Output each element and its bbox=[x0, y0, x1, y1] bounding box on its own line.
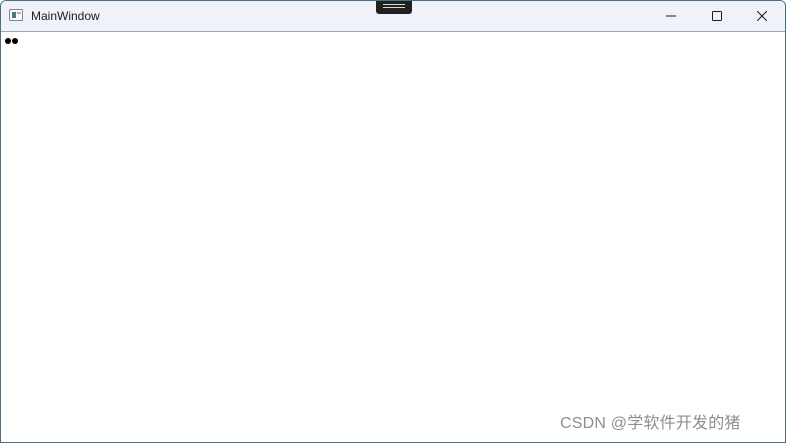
content-dot bbox=[12, 38, 18, 44]
window-content bbox=[1, 32, 785, 442]
window-app-icon bbox=[9, 9, 23, 21]
maximize-button[interactable] bbox=[694, 1, 740, 31]
close-icon bbox=[757, 11, 767, 21]
close-button[interactable] bbox=[739, 1, 785, 31]
minimize-icon bbox=[666, 15, 676, 17]
content-dot bbox=[5, 38, 11, 44]
maximize-icon bbox=[712, 11, 722, 21]
main-window: MainWindow bbox=[0, 0, 786, 443]
title-bar[interactable]: MainWindow bbox=[1, 1, 785, 32]
minimize-button[interactable] bbox=[648, 1, 694, 31]
window-title: MainWindow bbox=[31, 9, 100, 23]
snap-layout-handle[interactable] bbox=[376, 1, 412, 14]
watermark-text: CSDN @学软件开发的猪 bbox=[560, 415, 741, 432]
